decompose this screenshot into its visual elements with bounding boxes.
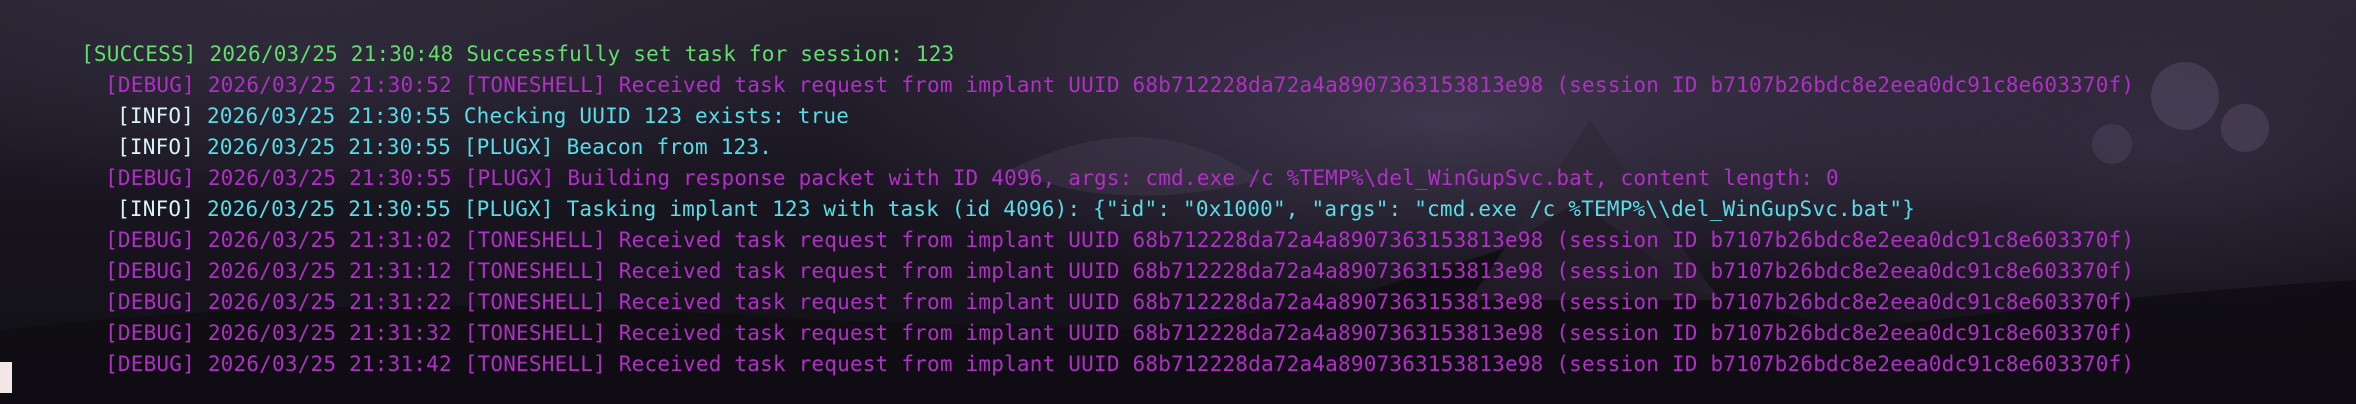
log-line: [SUCCESS] 2026/03/25 21:30:48 Successful…	[0, 8, 2356, 66]
log-level-debug: [DEBUG]	[105, 321, 195, 345]
log-message: 2026/03/25 21:31:22 [TONESHELL] Received…	[207, 290, 2135, 314]
log-message: 2026/03/25 21:30:55 [PLUGX] Tasking impl…	[206, 197, 1916, 221]
log-level-info: [INFO]	[117, 197, 195, 221]
log-message: 2026/03/25 21:31:12 [TONESHELL] Received…	[207, 259, 2135, 283]
log-message: 2026/03/25 21:31:02 [TONESHELL] Received…	[207, 228, 2135, 252]
log-message: 2026/03/25 21:31:42 [TONESHELL] Received…	[207, 352, 2135, 376]
log-message: 2026/03/25 21:30:55 [PLUGX] Building res…	[207, 166, 1839, 190]
log-level-debug: [DEBUG]	[105, 290, 195, 314]
log-message: 2026/03/25 21:30:55 Checking UUID 123 ex…	[206, 104, 850, 128]
log-message: 2026/03/25 21:31:32 [TONESHELL] Received…	[207, 321, 2135, 345]
log-message: 2026/03/25 21:30:55 [PLUGX] Beacon from …	[206, 135, 773, 159]
log-message: 2026/03/25 21:30:52 [TONESHELL] Received…	[207, 73, 2135, 97]
log-level-success: [SUCCESS]	[81, 42, 197, 66]
terminal-cursor-icon[interactable]	[0, 362, 12, 393]
log-level-debug: [DEBUG]	[105, 352, 195, 376]
log-level-debug: [DEBUG]	[105, 73, 195, 97]
log-level-debug: [DEBUG]	[105, 228, 195, 252]
terminal-window[interactable]: [SUCCESS] 2026/03/25 21:30:48 Successful…	[0, 0, 2356, 404]
log-level-info: [INFO]	[117, 104, 195, 128]
scrolled-out-line	[0, 0, 1000, 8]
log-output: [SUCCESS] 2026/03/25 21:30:48 Successful…	[0, 8, 2356, 376]
log-level-info: [INFO]	[117, 135, 195, 159]
log-level-debug: [DEBUG]	[105, 259, 195, 283]
log-level-debug: [DEBUG]	[105, 166, 195, 190]
log-message: 2026/03/25 21:30:48 Successfully set tas…	[209, 42, 955, 66]
